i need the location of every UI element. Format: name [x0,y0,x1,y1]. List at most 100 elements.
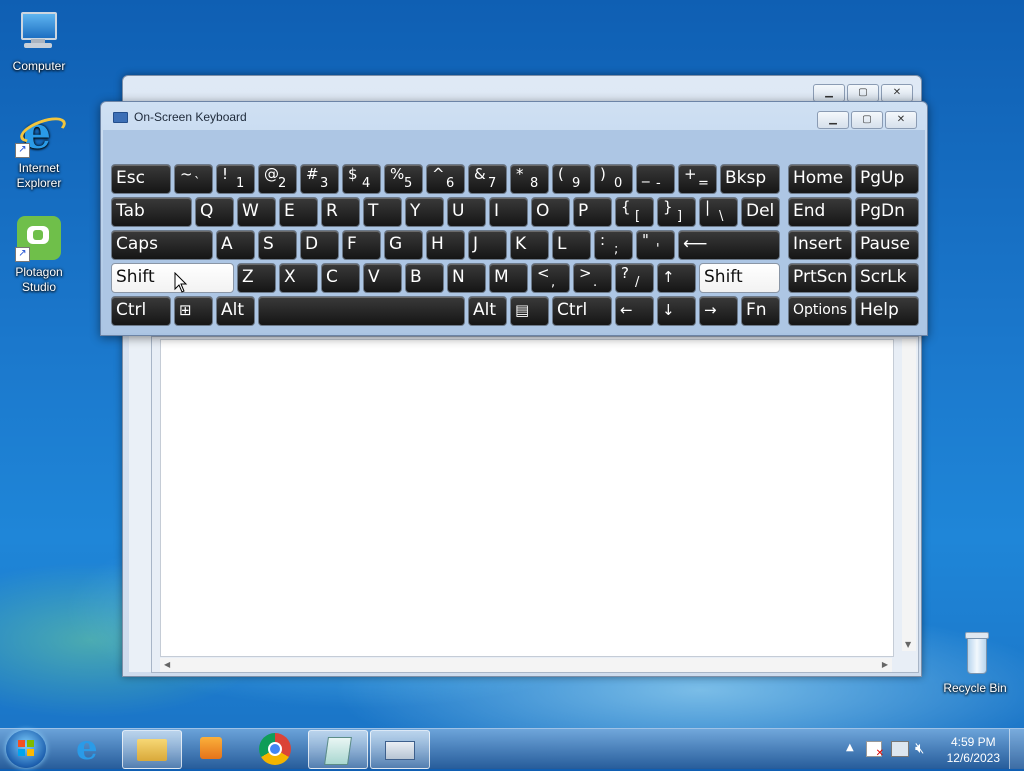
key-z[interactable]: Z [237,263,276,293]
key-scrlk[interactable]: ScrLk [855,263,919,293]
minimize-button[interactable]: ▁ [817,111,849,129]
taskbar-notepad[interactable] [308,730,368,769]
key-f[interactable]: F [342,230,381,260]
key-k[interactable]: K [510,230,549,260]
desktop-icon-recycle-bin[interactable]: Recycle Bin [939,630,1011,696]
key-7[interactable]: & 7 [468,164,507,194]
key-9[interactable]: (9 [552,164,591,194]
key-pgup[interactable]: PgUp [855,164,919,194]
key-space[interactable] [258,296,465,326]
key-b[interactable]: B [405,263,444,293]
key-ctrl-right[interactable]: Ctrl [552,296,612,326]
key-0[interactable]: ) 0 [594,164,633,194]
key-slash[interactable]: ? / [615,263,654,293]
key-del[interactable]: Del [741,197,780,227]
key-esc[interactable]: Esc [111,164,171,194]
key-x[interactable]: X [279,263,318,293]
key-shift-left[interactable]: Shift [111,263,234,293]
key-pause[interactable]: Pause [855,230,919,260]
show-desktop-button[interactable] [1009,729,1024,769]
key-h[interactable]: H [426,230,465,260]
key-8[interactable]: * 8 [510,164,549,194]
key-insert[interactable]: Insert [788,230,852,260]
minimize-button[interactable]: ▁ [813,84,845,102]
close-button[interactable]: ✕ [881,84,913,102]
windows-key[interactable]: ⊞ [174,296,213,326]
key-1[interactable]: ! 1 [216,164,255,194]
key-minus[interactable]: _ - [636,164,675,194]
key-alt-right[interactable]: Alt [468,296,507,326]
scroll-down-icon[interactable]: ▼ [905,640,911,649]
key-menu[interactable]: ▤ [510,296,549,326]
network-icon[interactable] [891,741,909,757]
key-y[interactable]: Y [405,197,444,227]
key-left-bracket[interactable]: {[ [615,197,654,227]
key-period[interactable]: >. [573,263,612,293]
key-4[interactable]: $4 [342,164,381,194]
key-q[interactable]: Q [195,197,234,227]
desktop-icon-computer[interactable]: Computer [3,8,75,74]
key-i[interactable]: I [489,197,528,227]
key-right-arrow[interactable]: → [699,296,738,326]
key-c[interactable]: C [321,263,360,293]
key-end[interactable]: End [788,197,852,227]
key-quote[interactable]: " ' [636,230,675,260]
key-alt-left[interactable]: Alt [216,296,255,326]
show-hidden-icons-icon[interactable]: ▲ [846,742,854,753]
key-help[interactable]: Help [855,296,919,326]
key-m[interactable]: M [489,263,528,293]
taskbar-on-screen-keyboard[interactable] [370,730,430,769]
key-enter[interactable]: ⟵ [678,230,780,260]
key-v[interactable]: V [363,263,402,293]
maximize-button[interactable]: ▢ [847,84,879,102]
key-5[interactable]: % 5 [384,164,423,194]
key-options[interactable]: Options [788,296,852,326]
key-ctrl-left[interactable]: Ctrl [111,296,171,326]
key-u[interactable]: U [447,197,486,227]
maximize-button[interactable]: ▢ [851,111,883,129]
taskbar-chrome[interactable] [246,730,304,767]
key-p[interactable]: P [573,197,612,227]
key-d[interactable]: D [300,230,339,260]
key-n[interactable]: N [447,263,486,293]
key-shift-right[interactable]: Shift [699,263,780,293]
key-r[interactable]: R [321,197,360,227]
key-pgdn[interactable]: PgDn [855,197,919,227]
vertical-scrollbar[interactable]: ▼ [902,339,916,651]
key-left-arrow[interactable]: ← [615,296,654,326]
key-up-arrow[interactable]: ↑ [657,263,696,293]
volume-muted-icon[interactable]: 🔇︎ [915,739,924,757]
key-e[interactable]: E [279,197,318,227]
key-2[interactable]: @2 [258,164,297,194]
key-prtscn[interactable]: PrtScn [788,263,852,293]
key-equals[interactable]: + = [678,164,717,194]
close-button[interactable]: ✕ [885,111,917,129]
scroll-right-icon[interactable]: ▶ [882,660,888,669]
key-backslash[interactable]: | \ [699,197,738,227]
key-caps[interactable]: Caps [111,230,213,260]
scroll-left-icon[interactable]: ◀ [164,660,170,669]
key-w[interactable]: W [237,197,276,227]
key-tab[interactable]: Tab [111,197,192,227]
action-center-icon[interactable]: ✕ [866,741,884,759]
key-tilde[interactable]: ~ ` [174,164,213,194]
key-o[interactable]: O [531,197,570,227]
document-canvas[interactable] [160,339,894,657]
key-l[interactable]: L [552,230,591,260]
key-home[interactable]: Home [788,164,852,194]
key-right-bracket[interactable]: }] [657,197,696,227]
on-screen-keyboard-window[interactable]: On-Screen Keyboard ▁ ▢ ✕ Esc ~ ` ! 1 @2 #3… [100,101,928,336]
key-3[interactable]: #3 [300,164,339,194]
key-backspace[interactable]: Bksp [720,164,780,194]
key-t[interactable]: T [363,197,402,227]
start-button[interactable] [6,730,46,768]
taskbar-internet-explorer[interactable]: e [62,730,120,767]
key-j[interactable]: J [468,230,507,260]
horizontal-scrollbar[interactable]: ◀ ▶ [160,658,892,672]
desktop-icon-plotagon[interactable]: ↗ Plotagon Studio [3,214,75,295]
taskbar-media-player[interactable] [182,730,240,767]
taskbar-file-explorer[interactable] [122,730,182,769]
key-semicolon[interactable]: :; [594,230,633,260]
key-g[interactable]: G [384,230,423,260]
key-fn[interactable]: Fn [741,296,780,326]
